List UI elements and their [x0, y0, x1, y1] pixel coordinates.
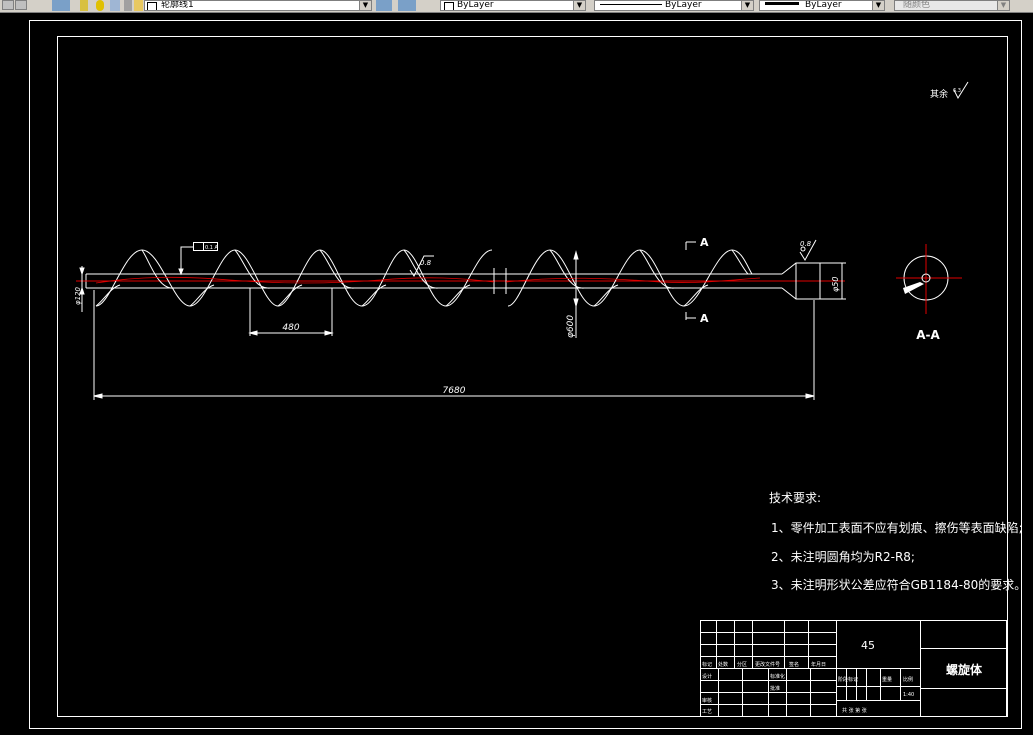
plotstyle-value: 随颜色 — [903, 0, 931, 10]
lightbulb-icon[interactable] — [80, 0, 88, 11]
linetype-dropdown[interactable]: ByLayer ▼ — [594, 0, 754, 11]
helix-reference-line — [95, 276, 495, 284]
dim-blade-diameter: φ600 — [566, 315, 576, 338]
dim-total-length: 7680 — [443, 386, 466, 396]
layer-manager-icon[interactable] — [52, 0, 70, 11]
sheet-border — [29, 20, 1022, 729]
roughness-end-value: 0.8 — [800, 240, 812, 248]
dim-shaft-diameter: φ120 — [74, 286, 82, 305]
title-block-material: 45 — [861, 639, 875, 652]
toolbar-overflow-button[interactable] — [2, 0, 14, 10]
lineweight-preview — [765, 2, 799, 5]
drawing-frame — [57, 36, 1008, 717]
chevron-down-icon: ▼ — [997, 1, 1009, 10]
layer-dropdown[interactable]: 轮廓线1 ▼ — [144, 0, 372, 11]
dim-end-diameter: φ50 — [831, 277, 840, 292]
title-block-label-approve: 批准 — [770, 685, 780, 692]
drawing-canvas[interactable]: 7680 480 φ120 φ600 φ50 0.1 A 0.8 0.8 A A… — [0, 12, 1033, 735]
layer-name: 轮廓线1 — [161, 0, 194, 10]
title-block-label-stage: 阶段标记 — [838, 676, 858, 683]
section-view — [896, 244, 962, 314]
surface-finish-note: 其余 — [930, 88, 948, 100]
lineweight-dropdown[interactable]: ByLayer ▼ — [759, 0, 885, 11]
layer-previous-icon[interactable] — [398, 0, 416, 11]
title-block-label-standardize: 标准化 — [770, 673, 785, 680]
chevron-down-icon: ▼ — [573, 1, 585, 10]
color-value: ByLayer — [457, 0, 494, 10]
tech-req-2: 2、未注明圆角均为R2-R8; — [771, 549, 915, 564]
layer-lock-icon[interactable] — [110, 0, 120, 11]
dim-pitch: 480 — [282, 323, 299, 333]
plotstyle-dropdown: 随颜色 ▼ — [894, 0, 1010, 11]
make-current-layer-icon[interactable] — [376, 0, 392, 11]
color-swatch — [444, 2, 454, 10]
technical-requirements: 技术要求: 1、零件加工表面不应有划痕、擦伤等表面缺陷; 2、未注明圆角均为R2… — [769, 491, 1026, 592]
dimension-total-length — [93, 290, 815, 400]
title-block-label-design: 设计 — [702, 673, 712, 680]
tech-req-1: 1、零件加工表面不应有划痕、擦伤等表面缺陷; — [771, 520, 1023, 535]
title-block-label-mark: 标记 — [702, 661, 712, 668]
lineweight-value: ByLayer — [805, 0, 842, 10]
title-block-label-change-doc: 更改文件号 — [755, 661, 780, 668]
surface-finish-value: 6.3 — [953, 88, 961, 94]
print-icon[interactable] — [15, 0, 27, 10]
linetype-preview — [600, 4, 662, 5]
title-block-label-process: 工艺 — [702, 709, 712, 715]
sun-icon[interactable] — [96, 0, 104, 11]
section-marker-bottom: A — [700, 312, 709, 325]
title-block-label-signature: 签名 — [789, 661, 799, 668]
tech-req-3: 3、未注明形状公差应符合GB1184-80的要求。 — [771, 577, 1026, 592]
tolerance-value: 0.1 A — [205, 245, 219, 251]
linetype-value: ByLayer — [665, 0, 702, 10]
title-block-label-zone: 分区 — [737, 661, 747, 668]
title-block-part-name: 螺旋体 — [946, 662, 983, 677]
title-block-sheets: 共 张 第 张 — [842, 707, 867, 714]
helix-reference-line-2 — [505, 277, 761, 283]
title-block-label-scale: 比例 — [903, 676, 913, 683]
chevron-down-icon: ▼ — [741, 1, 753, 10]
title-block-label-date: 年月日 — [811, 661, 826, 668]
title-block-label-weight: 重量 — [882, 676, 892, 683]
section-marker-top: A — [700, 236, 709, 249]
chevron-down-icon: ▼ — [359, 1, 371, 10]
layer-plot-icon[interactable] — [134, 0, 143, 11]
title-block-label-count: 处数 — [718, 661, 728, 668]
tech-req-title: 技术要求: — [769, 491, 821, 505]
color-dropdown[interactable]: ByLayer ▼ — [440, 0, 586, 11]
section-title: A-A — [916, 328, 940, 342]
chevron-down-icon: ▼ — [872, 1, 884, 10]
layer-color-swatch — [147, 2, 157, 10]
layer-color-icon[interactable] — [124, 0, 132, 11]
title-block-label-review: 审核 — [702, 697, 712, 704]
title-block-scale-value: 1:40 — [903, 692, 914, 698]
roughness-blade-value: 0.8 — [420, 259, 432, 267]
